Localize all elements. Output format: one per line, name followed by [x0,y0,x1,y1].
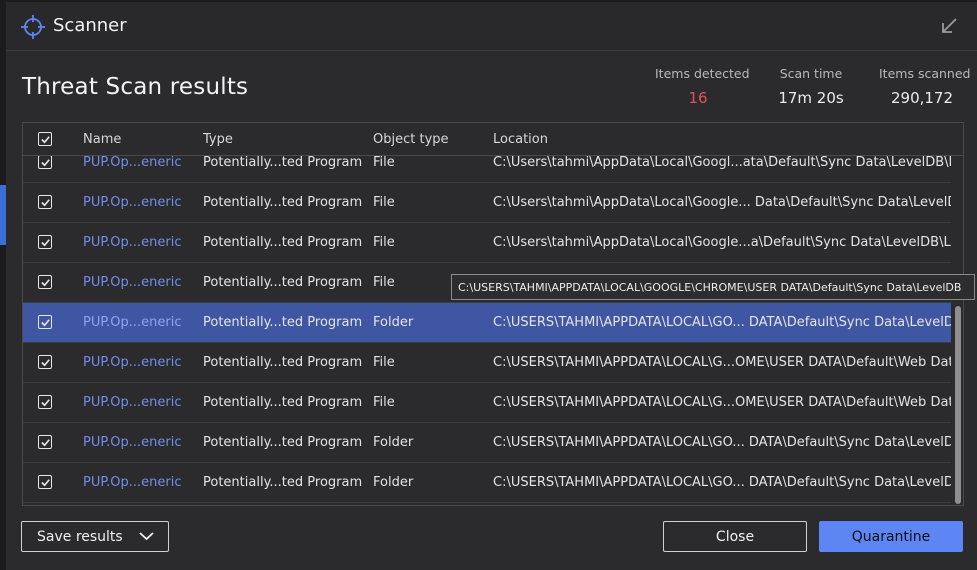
column-header-location[interactable]: Location [493,132,548,147]
row-checkbox[interactable] [38,235,52,249]
object-type: File [373,156,395,170]
column-header-object-type[interactable]: Object type [373,132,449,147]
stat-label: Scan time [779,66,843,81]
row-checkbox[interactable] [38,275,52,289]
object-type: Folder [373,435,414,450]
threat-name-link[interactable]: PUP.Op...eneric [83,315,182,330]
checkmark-icon [40,438,50,446]
location-path: C:\USERS\TAHMI\APPDATA\LOCAL\G...OME\USE… [493,355,951,370]
crosshair-icon [21,15,45,39]
quarantine-button[interactable]: Quarantine [819,521,963,552]
column-header-type[interactable]: Type [203,132,233,147]
table-row[interactable]: PUP.Op...eneric Potentially...ted Progra… [23,383,951,423]
object-type: File [373,395,395,410]
threat-name-link[interactable]: PUP.Op...eneric [83,156,182,170]
results-table: Name Type Object type Location PUP.Op...… [22,122,964,506]
object-type: File [373,355,395,370]
stat-label: Items detected [655,66,750,81]
location-path: C:\Users\tahmi\AppData\Local\Googl...ata… [493,156,951,170]
location-tooltip: C:\USERS\TAHMI\APPDATA\LOCAL\GOOGLE\CHRO… [451,274,975,300]
stat-scan-time: Scan time 17m 20s [778,66,844,107]
stat-items-scanned: Items scanned 290,172 [879,66,971,107]
location-path: C:\USERS\TAHMI\APPDATA\LOCAL\GO... DATA\… [493,435,951,450]
threat-name-link[interactable]: PUP.Op...eneric [83,395,182,410]
page-title: Threat Scan results [22,74,249,100]
stat-value: 17m 20s [778,89,844,107]
threat-type: Potentially...ted Program [203,435,363,450]
table-row[interactable]: PUP.Op...eneric Potentially...ted Progra… [23,303,951,343]
threat-name-link[interactable]: PUP.Op...eneric [83,435,182,450]
stat-items-detected: Items detected 16 [655,66,750,107]
window-title: Scanner [53,15,127,36]
table-row[interactable]: PUP.Op...eneric Potentially...ted Progra… [23,223,951,263]
location-path: C:\Users\tahmi\AppData\Local\Google... D… [493,195,951,210]
minimize-arrow-icon[interactable] [939,16,959,36]
location-path: C:\USERS\TAHMI\APPDATA\LOCAL\GO... DATA\… [493,315,951,330]
row-checkbox[interactable] [38,395,52,409]
title-bar: Scanner [6,2,977,51]
column-header-name[interactable]: Name [83,132,121,147]
threat-name-link[interactable]: PUP.Op...eneric [83,355,182,370]
threat-name-link[interactable]: PUP.Op...eneric [83,195,182,210]
checkmark-icon [40,398,50,406]
row-checkbox[interactable] [38,195,52,209]
save-results-dropdown[interactable]: Save results [21,521,169,552]
object-type: File [373,235,395,250]
threat-name-link[interactable]: PUP.Op...eneric [83,235,182,250]
threat-type: Potentially...ted Program [203,156,363,170]
row-checkbox[interactable] [38,355,52,369]
threat-type: Potentially...ted Program [203,315,363,330]
location-path: C:\USERS\TAHMI\APPDATA\LOCAL\GO... DATA\… [493,475,951,490]
checkmark-icon [40,278,50,286]
checkmark-icon [40,158,50,166]
checkmark-icon [40,198,50,206]
save-results-label: Save results [37,528,123,545]
close-button[interactable]: Close [663,521,807,552]
location-path: C:\Users\tahmi\AppData\Local\Google...a\… [493,235,951,250]
threat-type: Potentially...ted Program [203,475,363,490]
scrollbar[interactable] [955,306,961,504]
object-type: Folder [373,475,414,490]
checkmark-icon [40,358,50,366]
table-body[interactable]: PUP.Op...eneric Potentially...ted Progra… [23,156,951,505]
row-checkbox[interactable] [38,435,52,449]
checkmark-icon [40,135,50,143]
table-header: Name Type Object type Location [23,123,963,156]
location-path: C:\USERS\TAHMI\APPDATA\LOCAL\G...OME\USE… [493,395,951,410]
threat-type: Potentially...ted Program [203,275,363,290]
row-checkbox[interactable] [38,475,52,489]
threat-type: Potentially...ted Program [203,235,363,250]
threat-type: Potentially...ted Program [203,195,363,210]
stat-label: Items scanned [879,66,971,81]
table-row[interactable]: PUP.Op...eneric Potentially...ted Progra… [23,183,951,223]
row-checkbox[interactable] [38,315,52,329]
chevron-down-icon [139,532,154,541]
table-row[interactable]: PUP.Op...eneric Potentially...ted Progra… [23,463,951,503]
table-row[interactable]: PUP.Op...eneric Potentially...ted Progra… [23,156,951,183]
checkmark-icon [40,238,50,246]
object-type: File [373,275,395,290]
threat-name-link[interactable]: PUP.Op...eneric [83,475,182,490]
table-row[interactable]: PUP.Op...eneric Potentially...ted Progra… [23,423,951,463]
threat-type: Potentially...ted Program [203,395,363,410]
threat-type: Potentially...ted Program [203,355,363,370]
object-type: Folder [373,315,414,330]
checkmark-icon [40,318,50,326]
stat-value: 16 [688,89,708,107]
threat-name-link[interactable]: PUP.Op...eneric [83,275,182,290]
select-all-checkbox[interactable] [38,132,52,146]
row-checkbox[interactable] [38,156,52,169]
object-type: File [373,195,395,210]
checkmark-icon [40,478,50,486]
stat-value: 290,172 [890,89,954,107]
table-row[interactable]: PUP.Op...eneric Potentially...ted Progra… [23,343,951,383]
